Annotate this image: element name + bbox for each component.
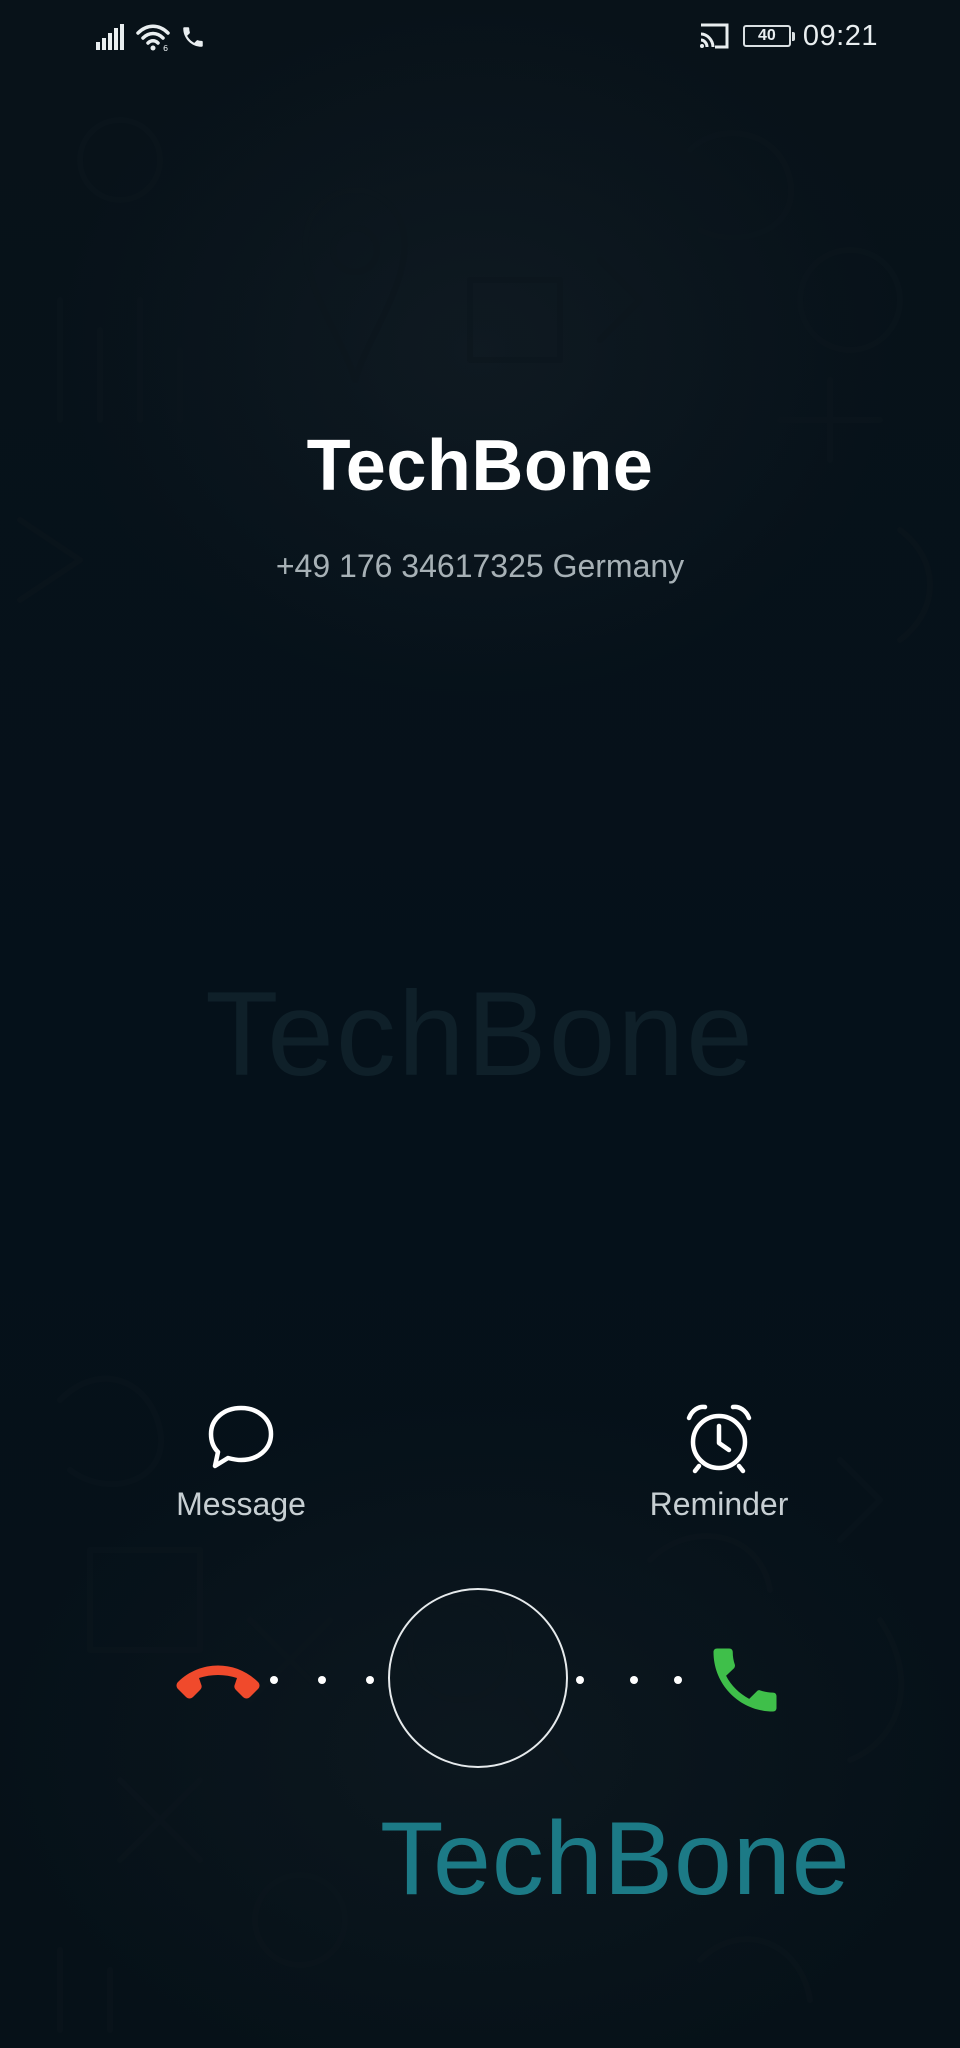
- reminder-button[interactable]: Reminder: [619, 1400, 819, 1523]
- status-time: 09:21: [802, 19, 878, 52]
- alarm-clock-icon: [686, 1404, 752, 1474]
- answer-slider[interactable]: [160, 1580, 800, 1780]
- watermark-center: TechBone: [205, 967, 755, 1101]
- signal-icon: [96, 24, 124, 50]
- slider-dot: [630, 1676, 638, 1684]
- status-right-group: 40 09:21: [697, 18, 878, 54]
- caller-name: TechBone: [306, 426, 654, 506]
- phone-icon[interactable]: [700, 1638, 790, 1722]
- watermark-logo-text: TechBone: [380, 1801, 851, 1917]
- message-icon: [208, 1405, 274, 1469]
- call-indicator-icon: [183, 27, 203, 47]
- slider-dot: [674, 1676, 682, 1684]
- svg-text:6: 6: [163, 44, 168, 51]
- slider-handle[interactable]: [388, 1588, 568, 1768]
- slider-dot: [366, 1676, 374, 1684]
- phone-hangup-icon[interactable]: [170, 1640, 266, 1720]
- screen-cast-icon: [699, 23, 729, 49]
- reminder-label: Reminder: [649, 1486, 789, 1522]
- message-label: Message: [176, 1486, 306, 1522]
- status-left-group: 6: [96, 20, 206, 54]
- wifi-icon: 6: [136, 24, 170, 51]
- slider-dot: [270, 1676, 278, 1684]
- battery-icon: 40: [742, 25, 795, 47]
- incoming-call-screen: 6 40 09:21 TechBone +49 176 34617325 Ger…: [0, 0, 960, 2048]
- slider-dot: [318, 1676, 326, 1684]
- status-bar: 6 40 09:21: [0, 0, 960, 72]
- battery-level: 40: [758, 27, 776, 44]
- message-button[interactable]: Message: [141, 1400, 341, 1523]
- caller-number: +49 176 34617325 Germany: [275, 548, 685, 584]
- slider-dot: [576, 1676, 584, 1684]
